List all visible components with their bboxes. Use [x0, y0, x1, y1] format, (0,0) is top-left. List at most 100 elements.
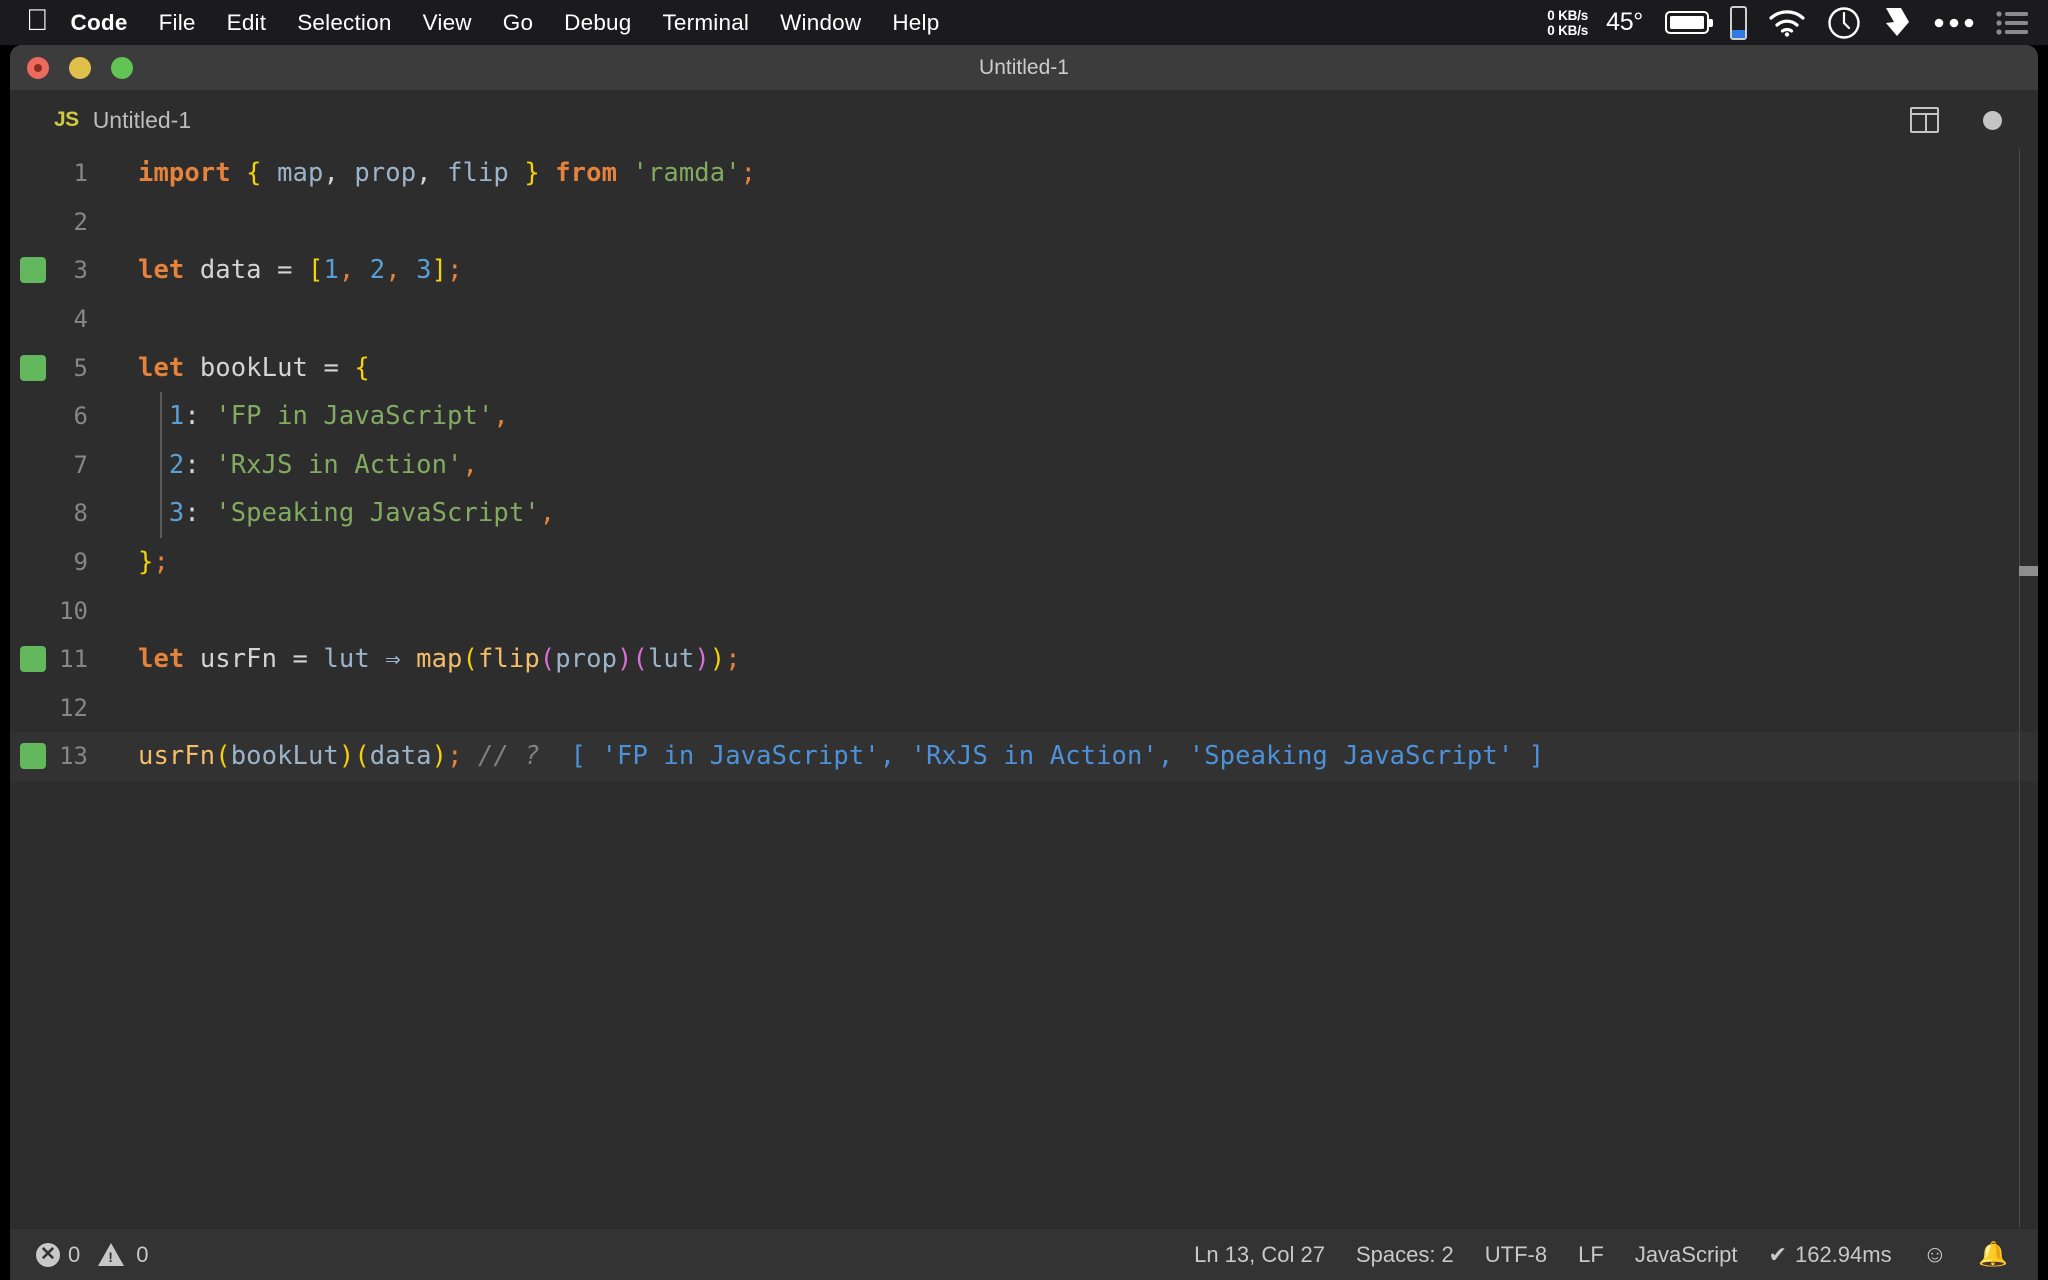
- menu-item-go[interactable]: Go: [503, 10, 533, 36]
- quokka-live-marker-icon[interactable]: [20, 646, 46, 673]
- code-line[interactable]: 13 usrFn(bookLut)(data); // ? [ 'FP in Ja…: [10, 732, 2038, 781]
- token-br1: [: [307, 255, 324, 286]
- token-semi: ,: [385, 255, 401, 286]
- indent-guide: [160, 440, 162, 490]
- clock-icon[interactable]: [1827, 6, 1861, 40]
- language-mode-status[interactable]: JavaScript: [1635, 1242, 1738, 1268]
- bell-icon[interactable]: 🔔: [1978, 1240, 2008, 1269]
- menu-item-selection[interactable]: Selection: [297, 10, 391, 36]
- menu-item-file[interactable]: File: [159, 10, 196, 36]
- token-punct: [262, 158, 277, 188]
- token-var: bookLut: [199, 352, 308, 383]
- indentation-status[interactable]: Spaces: 2: [1356, 1242, 1454, 1268]
- smiley-icon[interactable]: ☺: [1923, 1241, 1948, 1269]
- token-punct: :: [184, 401, 200, 432]
- quokka-time-label: 162.94ms: [1794, 1241, 1892, 1267]
- error-count: 0: [68, 1241, 81, 1267]
- code-text: let data = [1, 2, 3];: [110, 255, 463, 285]
- token-num: 3: [168, 498, 185, 529]
- token-fn: flip: [477, 644, 540, 675]
- token-br1: ): [338, 741, 355, 772]
- unsaved-changes-dot-icon[interactable]: [1983, 110, 2002, 130]
- menu-item-window[interactable]: Window: [780, 10, 861, 36]
- token-op: =: [323, 352, 339, 383]
- dropbox-icon[interactable]: [1882, 6, 1912, 40]
- code-line[interactable]: 9};: [10, 538, 2038, 587]
- token-br1: (: [354, 741, 370, 772]
- menu-item-debug[interactable]: Debug: [564, 10, 631, 36]
- wifi-icon[interactable]: [1768, 9, 1806, 37]
- token-fn: map: [416, 644, 463, 675]
- code-line[interactable]: 2: [10, 198, 2038, 247]
- code-text: let usrFn = lut ⇒ map(flip(prop)(lut));: [110, 644, 741, 674]
- code-line[interactable]: 12: [10, 684, 2038, 733]
- token-kw: let: [138, 644, 185, 675]
- battery-icon[interactable]: [1665, 11, 1713, 34]
- code-line[interactable]: 6 1: 'FP in JavaScript',: [10, 391, 2038, 441]
- editor-tab-bar: JS Untitled-1: [10, 91, 2038, 149]
- code-line[interactable]: 4: [10, 295, 2038, 344]
- token-kw: let: [138, 255, 185, 286]
- token-punct: ,: [416, 158, 432, 189]
- temperature-label[interactable]: 45°: [1606, 8, 1643, 37]
- quokka-live-marker-icon[interactable]: [20, 743, 46, 770]
- indent-guide: [160, 489, 162, 538]
- line-number: 8: [73, 499, 88, 528]
- code-line[interactable]: 1 import { map, prop, flip } from 'ramda'…: [10, 149, 2038, 198]
- quokka-live-marker-icon[interactable]: [20, 354, 46, 381]
- code-line[interactable]: 11 let usrFn = lut ⇒ map(flip(prop)(lut))…: [10, 635, 2038, 684]
- scrollbar-overview-marker[interactable]: [2019, 566, 2038, 576]
- token-str: 'ramda': [632, 158, 741, 189]
- network-down-label: 0 KB/s: [1547, 22, 1589, 38]
- tab-untitled-1[interactable]: JS Untitled-1: [10, 91, 218, 149]
- problems-status[interactable]: ✕ 0 0: [36, 1242, 149, 1268]
- status-bar-right: Ln 13, Col 27 Spaces: 2 UTF-8 LF JavaScr…: [1194, 1240, 2038, 1269]
- menu-item-edit[interactable]: Edit: [227, 10, 267, 36]
- code-line[interactable]: 10: [10, 586, 2038, 635]
- code-line[interactable]: 5 let bookLut = {: [10, 343, 2038, 392]
- token-var: usrFn: [199, 644, 278, 675]
- encoding-status[interactable]: UTF-8: [1485, 1242, 1547, 1268]
- token-str: 'RxJS in Action': [215, 449, 463, 480]
- token-br1: }: [524, 158, 540, 189]
- token-punct: [432, 158, 447, 188]
- phone-battery-icon[interactable]: [1730, 5, 1747, 40]
- minimize-window-button[interactable]: [69, 56, 91, 79]
- token-br1: ]: [431, 255, 448, 286]
- code-line[interactable]: 7 2: 'RxJS in Action',: [10, 440, 2038, 490]
- cursor-position-status[interactable]: Ln 13, Col 27: [1194, 1242, 1325, 1268]
- eol-status[interactable]: LF: [1578, 1242, 1604, 1268]
- code-text: 1: 'FP in JavaScript',: [110, 401, 509, 431]
- split-editor-icon[interactable]: [1910, 107, 1939, 133]
- token-br2: ): [694, 644, 710, 675]
- token-punct: [370, 644, 385, 674]
- code-line[interactable]: 3 let data = [1, 2, 3];: [10, 246, 2038, 295]
- menu-item-help[interactable]: Help: [892, 10, 939, 36]
- menu-item-view[interactable]: View: [423, 10, 472, 36]
- token-br1: {: [246, 158, 262, 189]
- token-punct: [277, 644, 292, 674]
- token-ident: lut: [323, 644, 370, 675]
- code-editor[interactable]: 1 import { map, prop, flip } from 'ramda'…: [10, 149, 2038, 1228]
- line-number: 6: [73, 402, 88, 431]
- menu-items: Code File Edit Selection View Go Debug Terminal…: [71, 10, 971, 36]
- ellipsis-icon[interactable]: [1933, 17, 1975, 29]
- control-center-list-icon[interactable]: [1996, 10, 2028, 36]
- token-semi: ,: [462, 449, 478, 480]
- token-punct: [200, 498, 215, 528]
- traffic-light-controls: [27, 56, 133, 79]
- quokka-status[interactable]: ✔ 162.94ms: [1769, 1242, 1892, 1268]
- network-speed-indicator[interactable]: 0 KB/s 0 KB/s: [1547, 8, 1588, 38]
- token-punct: [401, 644, 416, 674]
- code-line[interactable]: 8 3: 'Speaking JavaScript',: [10, 489, 2038, 538]
- apple-logo-icon[interactable]: : [26, 5, 49, 36]
- maximize-window-button[interactable]: [111, 56, 133, 79]
- status-bar: ✕ 0 0 Ln 13, Col 27 Spaces: 2 UTF-8 LF J…: [10, 1228, 2038, 1280]
- quokka-live-marker-icon[interactable]: [20, 257, 46, 284]
- close-window-button[interactable]: [27, 56, 49, 79]
- code-text: let bookLut = {: [110, 353, 370, 383]
- menu-item-terminal[interactable]: Terminal: [662, 10, 749, 36]
- check-icon: ✔: [1768, 1241, 1787, 1267]
- tab-label: Untitled-1: [92, 106, 192, 133]
- menu-item-code[interactable]: Code: [71, 10, 128, 36]
